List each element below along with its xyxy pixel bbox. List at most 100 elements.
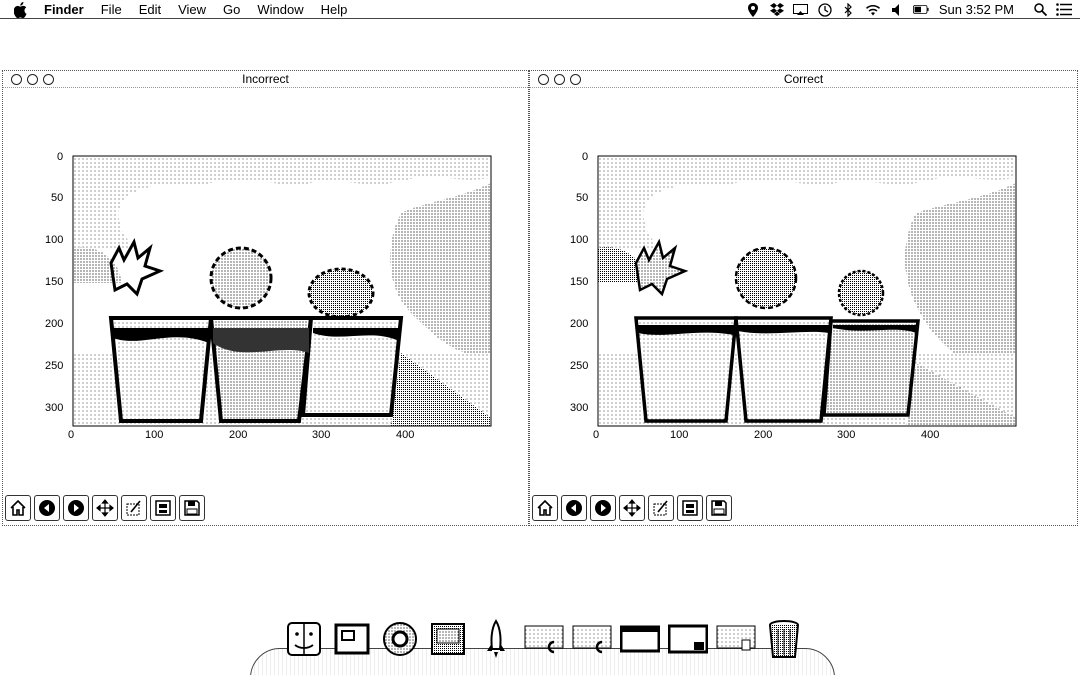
notification-center-icon[interactable] bbox=[1056, 2, 1072, 18]
y-tick-label: 200 bbox=[45, 318, 64, 330]
battery-icon[interactable] bbox=[912, 2, 929, 18]
rocket-icon bbox=[487, 619, 505, 658]
zoom-rect-button[interactable] bbox=[121, 495, 147, 521]
volume-icon[interactable] bbox=[889, 2, 905, 18]
home-icon bbox=[537, 499, 553, 516]
close-button[interactable] bbox=[11, 74, 22, 85]
menu-app-name[interactable]: Finder bbox=[44, 1, 84, 18]
doc-icon bbox=[716, 625, 756, 651]
dock-document-1[interactable] bbox=[524, 618, 564, 660]
dock-launchpad[interactable] bbox=[476, 618, 516, 660]
dropbox-icon[interactable] bbox=[769, 2, 785, 18]
dock-trash[interactable] bbox=[764, 618, 804, 660]
wifi-icon[interactable] bbox=[865, 2, 881, 18]
window-icon bbox=[334, 623, 370, 655]
menu-edit[interactable]: Edit bbox=[139, 1, 161, 18]
image-correct bbox=[598, 156, 1016, 426]
forward-icon bbox=[68, 500, 84, 516]
window-icon bbox=[620, 625, 660, 653]
subplots-button[interactable] bbox=[150, 495, 176, 521]
dock-finder[interactable] bbox=[284, 618, 324, 660]
pan-icon bbox=[96, 499, 114, 517]
pan-button[interactable] bbox=[92, 495, 118, 521]
home-icon bbox=[10, 499, 26, 516]
menu-clock[interactable]: Sun 3:52 PM bbox=[939, 1, 1014, 18]
minimize-button[interactable] bbox=[554, 74, 565, 85]
screen-mirroring-icon[interactable] bbox=[793, 2, 809, 18]
menu-help[interactable]: Help bbox=[321, 1, 348, 18]
preview-icon bbox=[431, 623, 465, 655]
apple-icon[interactable] bbox=[14, 1, 28, 18]
figure-window-correct: Correct 0 50 100 150 200 250 300 0 100 2… bbox=[529, 70, 1078, 526]
bluetooth-icon[interactable] bbox=[841, 2, 857, 18]
window-titlebar[interactable]: Incorrect bbox=[3, 71, 528, 88]
time-machine-icon[interactable] bbox=[817, 2, 833, 18]
close-button[interactable] bbox=[538, 74, 549, 85]
zoom-button[interactable] bbox=[43, 74, 54, 85]
menu-window[interactable]: Window bbox=[257, 1, 303, 18]
y-tick-label: 150 bbox=[45, 276, 64, 288]
dock-window-app[interactable] bbox=[332, 618, 372, 660]
location-icon[interactable] bbox=[745, 2, 761, 18]
y-tick-label: 0 bbox=[582, 151, 589, 163]
x-tick-label: 400 bbox=[396, 429, 415, 441]
save-button[interactable] bbox=[179, 495, 205, 521]
zoom-icon bbox=[126, 500, 141, 516]
dock-window-2[interactable] bbox=[668, 618, 708, 660]
pan-icon bbox=[623, 499, 641, 517]
dock-preview[interactable] bbox=[428, 618, 468, 660]
forward-button[interactable] bbox=[590, 495, 616, 521]
chrome-icon bbox=[383, 622, 417, 656]
figure-window-incorrect: Incorrect 0 50 100 150 200 250 300 0 100… bbox=[2, 70, 529, 526]
y-tick-label: 50 bbox=[51, 192, 64, 204]
doc-icon bbox=[572, 625, 612, 654]
home-button[interactable] bbox=[532, 495, 558, 521]
save-icon bbox=[711, 500, 727, 516]
pan-button[interactable] bbox=[619, 495, 645, 521]
plot-toolbar bbox=[532, 495, 735, 521]
back-button[interactable] bbox=[561, 495, 587, 521]
back-button[interactable] bbox=[34, 495, 60, 521]
back-icon bbox=[39, 500, 55, 516]
dock-chrome[interactable] bbox=[380, 618, 420, 660]
y-tick-label: 200 bbox=[570, 318, 589, 330]
y-tick-label: 50 bbox=[576, 192, 589, 204]
zoom-rect-button[interactable] bbox=[648, 495, 674, 521]
x-tick-label: 300 bbox=[312, 429, 331, 441]
x-tick-label: 200 bbox=[229, 429, 248, 441]
window-title: Correct bbox=[783, 72, 824, 86]
menu-bar: Finder File Edit View Go Window Help Sun… bbox=[0, 0, 1080, 19]
menu-file[interactable]: File bbox=[101, 1, 122, 18]
menu-view[interactable]: View bbox=[178, 1, 206, 18]
minimize-button[interactable] bbox=[27, 74, 38, 85]
home-button[interactable] bbox=[5, 495, 31, 521]
finder-icon bbox=[287, 622, 321, 656]
back-icon bbox=[566, 500, 582, 516]
window-titlebar[interactable]: Correct bbox=[530, 71, 1077, 88]
plot-toolbar bbox=[5, 495, 208, 521]
subplots-icon bbox=[682, 500, 698, 516]
y-tick-label: 300 bbox=[45, 402, 64, 414]
subplots-button[interactable] bbox=[677, 495, 703, 521]
doc-icon bbox=[524, 625, 564, 654]
trash-icon bbox=[769, 620, 799, 658]
dock-window-1[interactable] bbox=[620, 618, 660, 660]
menu-go[interactable]: Go bbox=[223, 1, 240, 18]
image-incorrect bbox=[73, 156, 491, 426]
y-tick-label: 100 bbox=[570, 234, 589, 246]
x-tick-label: 100 bbox=[670, 429, 689, 441]
x-tick-label: 400 bbox=[921, 429, 940, 441]
window-title: Incorrect bbox=[242, 72, 289, 86]
spotlight-icon[interactable] bbox=[1032, 2, 1048, 18]
save-button[interactable] bbox=[706, 495, 732, 521]
window-icon bbox=[668, 624, 708, 654]
forward-icon bbox=[595, 500, 611, 516]
zoom-button[interactable] bbox=[570, 74, 581, 85]
forward-button[interactable] bbox=[63, 495, 89, 521]
y-tick-label: 300 bbox=[570, 402, 589, 414]
plot-area[interactable] bbox=[41, 153, 501, 453]
plot-area[interactable] bbox=[566, 153, 1026, 453]
dock-document-3[interactable] bbox=[716, 618, 756, 660]
y-tick-label: 250 bbox=[45, 360, 64, 372]
dock-document-2[interactable] bbox=[572, 618, 612, 660]
